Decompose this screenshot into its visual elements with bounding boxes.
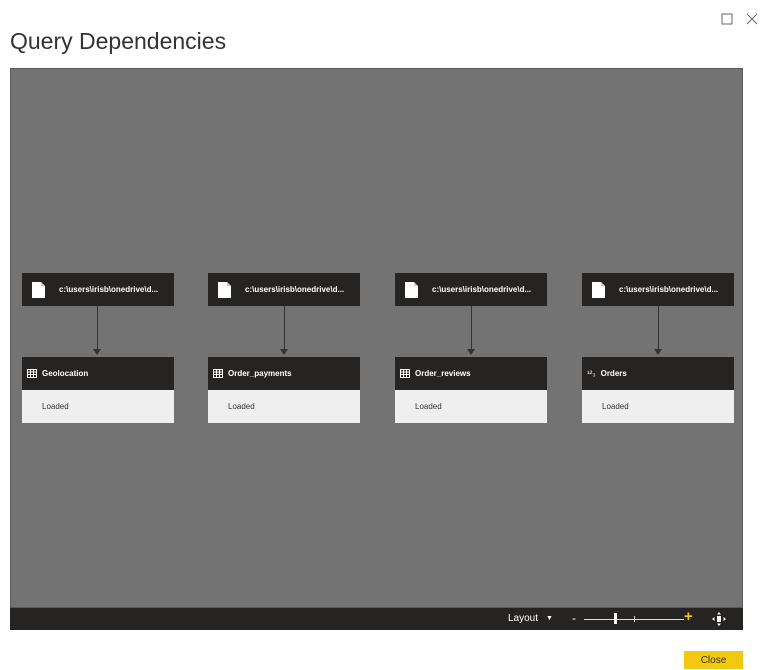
table-icon <box>27 369 37 378</box>
table-icon <box>213 369 223 378</box>
maximize-icon[interactable] <box>720 12 734 26</box>
number-type-icon: ¹²₃ <box>587 369 596 378</box>
dependency-canvas[interactable]: c:\users\irisb\onedrive\d... Geolocation… <box>10 68 743 608</box>
document-icon <box>218 281 231 298</box>
source-node[interactable]: c:\users\irisb\onedrive\d... <box>208 273 360 306</box>
layout-dropdown[interactable]: Layout ▼ <box>508 613 553 624</box>
source-node[interactable]: c:\users\irisb\onedrive\d... <box>395 273 547 306</box>
dependency-connector <box>284 306 285 350</box>
close-icon[interactable] <box>745 12 759 26</box>
query-status: Loaded <box>228 402 255 411</box>
query-status: Loaded <box>42 402 69 411</box>
arrow-down-icon <box>467 349 475 355</box>
document-icon <box>32 281 45 298</box>
arrow-down-icon <box>654 349 662 355</box>
query-status: Loaded <box>415 402 442 411</box>
source-node[interactable]: c:\users\irisb\onedrive\d... <box>22 273 174 306</box>
close-button[interactable]: Close <box>684 651 743 669</box>
source-node[interactable]: c:\users\irisb\onedrive\d... <box>582 273 734 306</box>
query-name: Orders <box>600 369 627 378</box>
query-node-order-reviews[interactable]: Order_reviews Loaded <box>395 357 547 423</box>
zoom-in-button[interactable]: + <box>684 608 693 625</box>
query-status: Loaded <box>602 402 629 411</box>
arrow-down-icon <box>280 349 288 355</box>
source-label: c:\users\irisb\onedrive\d... <box>432 285 532 294</box>
document-icon <box>405 281 418 298</box>
query-node-geolocation[interactable]: Geolocation Loaded <box>22 357 174 423</box>
zoom-slider-tick <box>634 616 635 622</box>
fit-to-screen-icon[interactable] <box>712 612 726 626</box>
dependency-connector <box>97 306 98 350</box>
canvas-toolbar: Layout ▼ - + <box>10 608 743 630</box>
dependency-connector <box>471 306 472 350</box>
table-icon <box>400 369 410 378</box>
query-name: Order_payments <box>228 369 292 378</box>
arrow-down-icon <box>93 349 101 355</box>
query-node-orders[interactable]: ¹²₃ Orders Loaded <box>582 357 734 423</box>
source-label: c:\users\irisb\onedrive\d... <box>59 285 159 294</box>
dependency-connector <box>658 306 659 350</box>
layout-label: Layout <box>508 613 539 624</box>
source-label: c:\users\irisb\onedrive\d... <box>619 285 719 294</box>
zoom-out-button[interactable]: - <box>572 611 576 625</box>
query-node-order-payments[interactable]: Order_payments Loaded <box>208 357 360 423</box>
query-name: Geolocation <box>42 369 89 378</box>
dialog-title: Query Dependencies <box>10 28 227 54</box>
query-name: Order_reviews <box>415 369 471 378</box>
zoom-slider-thumb[interactable] <box>614 613 617 624</box>
chevron-down-icon: ▼ <box>546 615 553 622</box>
document-icon <box>592 281 605 298</box>
source-label: c:\users\irisb\onedrive\d... <box>245 285 345 294</box>
